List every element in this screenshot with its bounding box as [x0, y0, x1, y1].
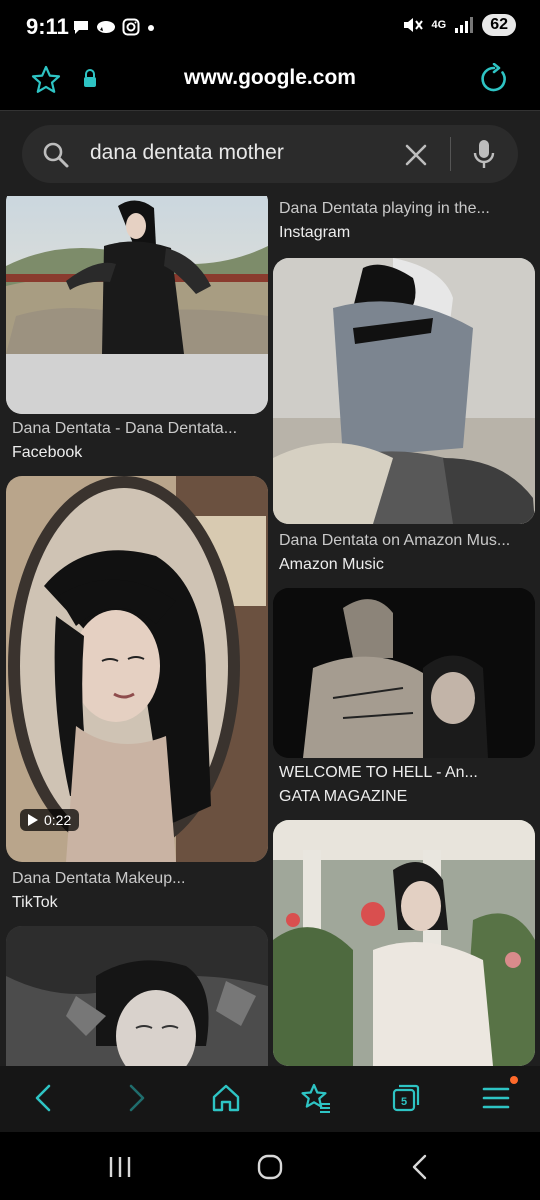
image-result-card[interactable]	[6, 196, 268, 414]
tabs-icon[interactable]: 5	[390, 1082, 422, 1114]
result-thumbnail	[273, 588, 535, 758]
tabs-count: 5	[401, 1096, 407, 1108]
result-thumbnail	[273, 258, 535, 524]
result-title[interactable]: Dana Dentata - Dana Dentata...	[12, 420, 237, 438]
result-title[interactable]: Dana Dentata on Amazon Mus...	[279, 532, 510, 550]
result-title[interactable]: Dana Dentata Makeup...	[12, 870, 185, 888]
result-source[interactable]: TikTok	[12, 894, 58, 912]
signal-icon	[455, 17, 474, 33]
image-results-grid: Dana Dentata - Dana Dentata... Facebook …	[0, 196, 540, 1066]
reload-icon[interactable]	[478, 63, 510, 95]
back-icon[interactable]	[28, 1082, 60, 1114]
mute-icon	[403, 18, 423, 32]
image-result-card[interactable]	[273, 588, 535, 758]
result-source[interactable]: Facebook	[12, 444, 82, 462]
recents-icon[interactable]	[105, 1152, 135, 1182]
browser-url-bar: www.google.com	[0, 54, 540, 110]
status-bar: 9:11 4G 62	[0, 0, 540, 54]
bookmarks-icon[interactable]	[300, 1082, 332, 1114]
image-result-card[interactable]: 0:22	[6, 476, 268, 862]
status-right: 4G 62	[402, 14, 516, 36]
microphone-icon[interactable]	[470, 138, 498, 170]
home-icon[interactable]	[210, 1082, 242, 1114]
home-circle-icon[interactable]	[255, 1152, 285, 1182]
result-source[interactable]: Amazon Music	[279, 556, 384, 574]
menu-icon[interactable]	[480, 1082, 512, 1114]
search-input[interactable]	[90, 137, 390, 169]
result-source[interactable]: GATA MAGAZINE	[279, 788, 407, 806]
play-icon	[28, 814, 38, 826]
notification-icons	[72, 18, 156, 36]
image-result-card[interactable]	[6, 926, 268, 1066]
cloud-chat-icon	[97, 21, 115, 33]
instagram-icon	[122, 18, 140, 36]
system-back-icon[interactable]	[405, 1152, 435, 1182]
url-text[interactable]: www.google.com	[0, 66, 540, 90]
clear-search-icon[interactable]	[402, 141, 430, 169]
search-divider	[450, 137, 451, 171]
more-notifications-dot-icon	[148, 25, 154, 31]
system-navigation-bar	[0, 1132, 540, 1200]
result-thumbnail	[273, 820, 535, 1066]
result-thumbnail	[6, 926, 268, 1066]
search-area	[0, 110, 540, 196]
chat-bubble-icon	[74, 21, 88, 34]
image-result-card[interactable]	[273, 820, 535, 1066]
result-thumbnail	[6, 196, 268, 354]
result-title[interactable]: Dana Dentata playing in the...	[279, 200, 490, 218]
result-source[interactable]: Instagram	[279, 224, 350, 242]
search-icon[interactable]	[42, 141, 70, 169]
thumbnail-placeholder	[6, 354, 268, 414]
search-box[interactable]	[22, 125, 518, 183]
result-thumbnail	[6, 476, 268, 862]
image-result-card[interactable]	[273, 258, 535, 524]
video-duration-badge: 0:22	[20, 809, 80, 831]
browser-toolbar: 5	[0, 1066, 540, 1132]
menu-notification-dot	[510, 1076, 518, 1084]
forward-icon[interactable]	[120, 1082, 152, 1114]
video-duration: 0:22	[44, 812, 72, 828]
status-time: 9:11	[26, 14, 69, 39]
battery-indicator: 62	[482, 14, 516, 36]
network-type: 4G	[431, 19, 447, 31]
result-title[interactable]: WELCOME TO HELL - An...	[279, 764, 478, 782]
